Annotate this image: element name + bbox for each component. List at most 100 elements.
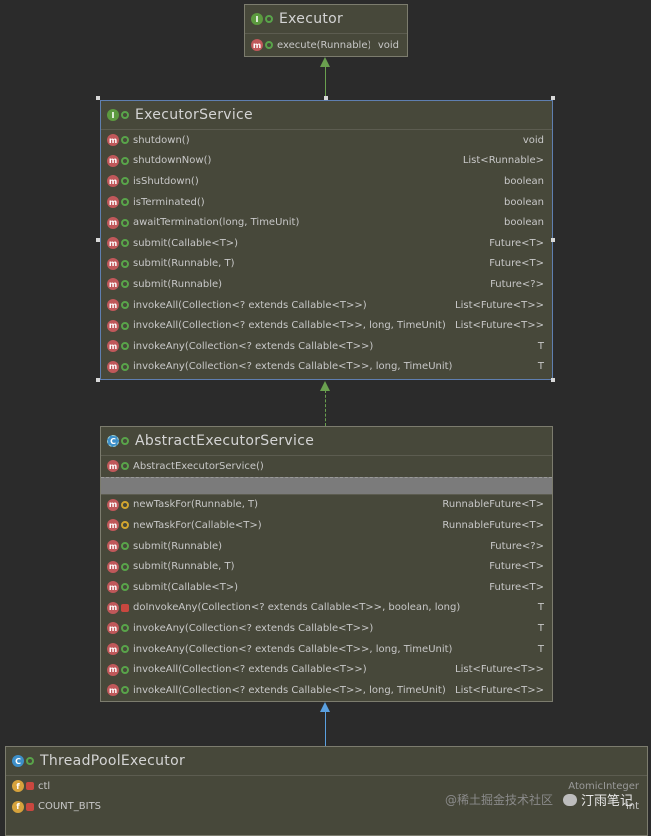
public-icon — [265, 41, 273, 49]
method-icon: m — [251, 39, 263, 51]
public-icon — [121, 686, 129, 695]
method-row[interactable]: m submit(Runnable, T) Future<T> — [101, 254, 552, 275]
resize-handle[interactable] — [551, 378, 555, 382]
public-icon — [121, 624, 129, 633]
method-icon: m — [107, 601, 119, 614]
method-row[interactable]: m isTerminated() boolean — [101, 192, 552, 213]
method-row[interactable]: m invokeAny(Collection<? extends Callable… — [101, 357, 552, 378]
method-row[interactable]: m submit(Runnable, T) Future<T> — [101, 556, 552, 577]
resize-handle[interactable] — [96, 378, 100, 382]
field-icon: f — [12, 800, 24, 813]
method-icon: m — [107, 216, 119, 229]
method-icon: m — [107, 663, 119, 676]
method-row[interactable]: m submit(Callable<T>) Future<T> — [101, 233, 552, 254]
resize-handle[interactable] — [96, 96, 100, 100]
method-icon: m — [107, 560, 119, 573]
method-row[interactable]: m shutdown() void — [101, 130, 552, 151]
constructor-row[interactable]: m AbstractExecutorService() — [101, 456, 552, 477]
method-row[interactable]: m newTaskFor(Runnable, T) RunnableFuture<T… — [101, 495, 552, 516]
public-icon — [121, 342, 129, 351]
method-name: invokeAll(Collection<? extends Callable<… — [133, 684, 446, 696]
resize-handle[interactable] — [551, 96, 555, 100]
method-row[interactable]: m awaitTermination(long, TimeUnit) boolean — [101, 212, 552, 233]
public-icon — [265, 15, 273, 23]
thread-pool-executor-header: C ThreadPoolExecutor — [6, 747, 647, 776]
resize-handle[interactable] — [551, 238, 555, 242]
method-name: execute(Runnable) — [277, 39, 370, 51]
watermark: @稀土掘金技术社区 汀雨笔记 — [445, 790, 633, 809]
method-name: invokeAny(Collection<? extends Callable<… — [133, 643, 453, 655]
wechat-icon — [562, 793, 577, 806]
abstract-executor-service-class-box[interactable]: C AbstractExecutorService m AbstractExec… — [100, 426, 553, 702]
method-type: Future<T> — [489, 581, 544, 593]
public-icon — [121, 136, 129, 145]
implements-arrow-icon — [320, 381, 330, 391]
public-icon — [121, 562, 129, 571]
abstract-class-icon: C — [107, 435, 119, 447]
executor-service-interface-box[interactable]: I ExecutorService m shutdown() void m shutdo… — [100, 100, 553, 380]
method-name: shutdownNow() — [133, 155, 212, 167]
method-name: doInvokeAny(Collection<? extends Callabl… — [133, 602, 461, 614]
method-name: submit(Runnable, T) — [133, 258, 235, 270]
private-icon — [26, 782, 34, 791]
method-icon: m — [107, 540, 119, 553]
public-icon — [121, 177, 129, 186]
method-row[interactable]: m submit(Runnable) Future<?> — [101, 274, 552, 295]
method-type: T — [537, 361, 544, 373]
method-name: invokeAll(Collection<? extends Callable<… — [133, 320, 446, 332]
method-row[interactable]: m invokeAll(Collection<? extends Callable… — [101, 295, 552, 316]
public-icon — [121, 259, 129, 268]
method-row[interactable]: m invokeAny(Collection<? extends Callable… — [101, 639, 552, 660]
method-type: Future<T> — [489, 258, 544, 270]
method-row[interactable]: m isShutdown() boolean — [101, 171, 552, 192]
method-icon: m — [107, 196, 119, 209]
method-row[interactable]: m invokeAll(Collection<? extends Callable… — [101, 659, 552, 680]
method-icon: m — [107, 299, 119, 312]
abstract-executor-service-header: C AbstractExecutorService — [101, 427, 552, 456]
method-type: boolean — [504, 175, 544, 187]
method-type: T — [537, 643, 544, 655]
method-type: List<Future<T>> — [455, 684, 544, 696]
method-row[interactable]: m execute(Runnable) void — [245, 34, 407, 56]
method-icon: m — [107, 519, 119, 532]
method-row[interactable]: m submit(Runnable) Future<?> — [101, 536, 552, 557]
method-name: invokeAny(Collection<? extends Callable<… — [133, 622, 374, 634]
method-icon: m — [107, 319, 119, 332]
public-icon — [121, 645, 129, 654]
private-icon — [26, 802, 34, 811]
public-icon — [121, 542, 129, 551]
method-row[interactable]: m invokeAll(Collection<? extends Callable… — [101, 680, 552, 701]
inheritance-arrow-icon — [320, 57, 330, 67]
method-name: isTerminated() — [133, 196, 205, 208]
method-row[interactable]: m invokeAll(Collection<? extends Callable… — [101, 315, 552, 336]
resize-handle[interactable] — [96, 238, 100, 242]
method-row[interactable]: m newTaskFor(Callable<T>) RunnableFuture<T… — [101, 515, 552, 536]
executor-interface-box[interactable]: I Executor m execute(Runnable) void — [244, 4, 408, 57]
public-icon — [121, 437, 129, 445]
method-type: List<Future<T>> — [455, 320, 544, 332]
method-row[interactable]: m shutdownNow() List<Runnable> — [101, 151, 552, 172]
field-icon: f — [12, 780, 24, 793]
protected-icon — [121, 500, 129, 509]
method-name: submit(Callable<T>) — [133, 581, 239, 593]
extends-arrow-icon — [320, 702, 330, 712]
executor-service-header: I ExecutorService — [101, 101, 552, 130]
method-icon: m — [107, 134, 119, 147]
method-type: List<Future<T>> — [455, 299, 544, 311]
resize-handle[interactable] — [324, 96, 328, 100]
realization-line — [325, 66, 326, 100]
method-row[interactable]: m doInvokeAny(Collection<? extends Callab… — [101, 598, 552, 619]
method-row[interactable]: m submit(Callable<T>) Future<T> — [101, 577, 552, 598]
method-row[interactable]: m invokeAny(Collection<? extends Callable… — [101, 336, 552, 357]
method-icon: m — [107, 278, 119, 291]
method-row[interactable]: m invokeAny(Collection<? extends Callable… — [101, 618, 552, 639]
method-icon: m — [107, 360, 119, 373]
watermark-faint-text: @稀土掘金技术社区 — [444, 793, 553, 807]
extends-line — [325, 712, 326, 746]
method-name: invokeAll(Collection<? extends Callable<… — [133, 299, 367, 311]
method-icon: m — [107, 175, 119, 188]
executor-title: Executor — [279, 11, 344, 27]
method-type: RunnableFuture<T> — [442, 499, 544, 511]
method-name: newTaskFor(Runnable, T) — [133, 499, 259, 511]
method-name: submit(Runnable) — [133, 278, 223, 290]
